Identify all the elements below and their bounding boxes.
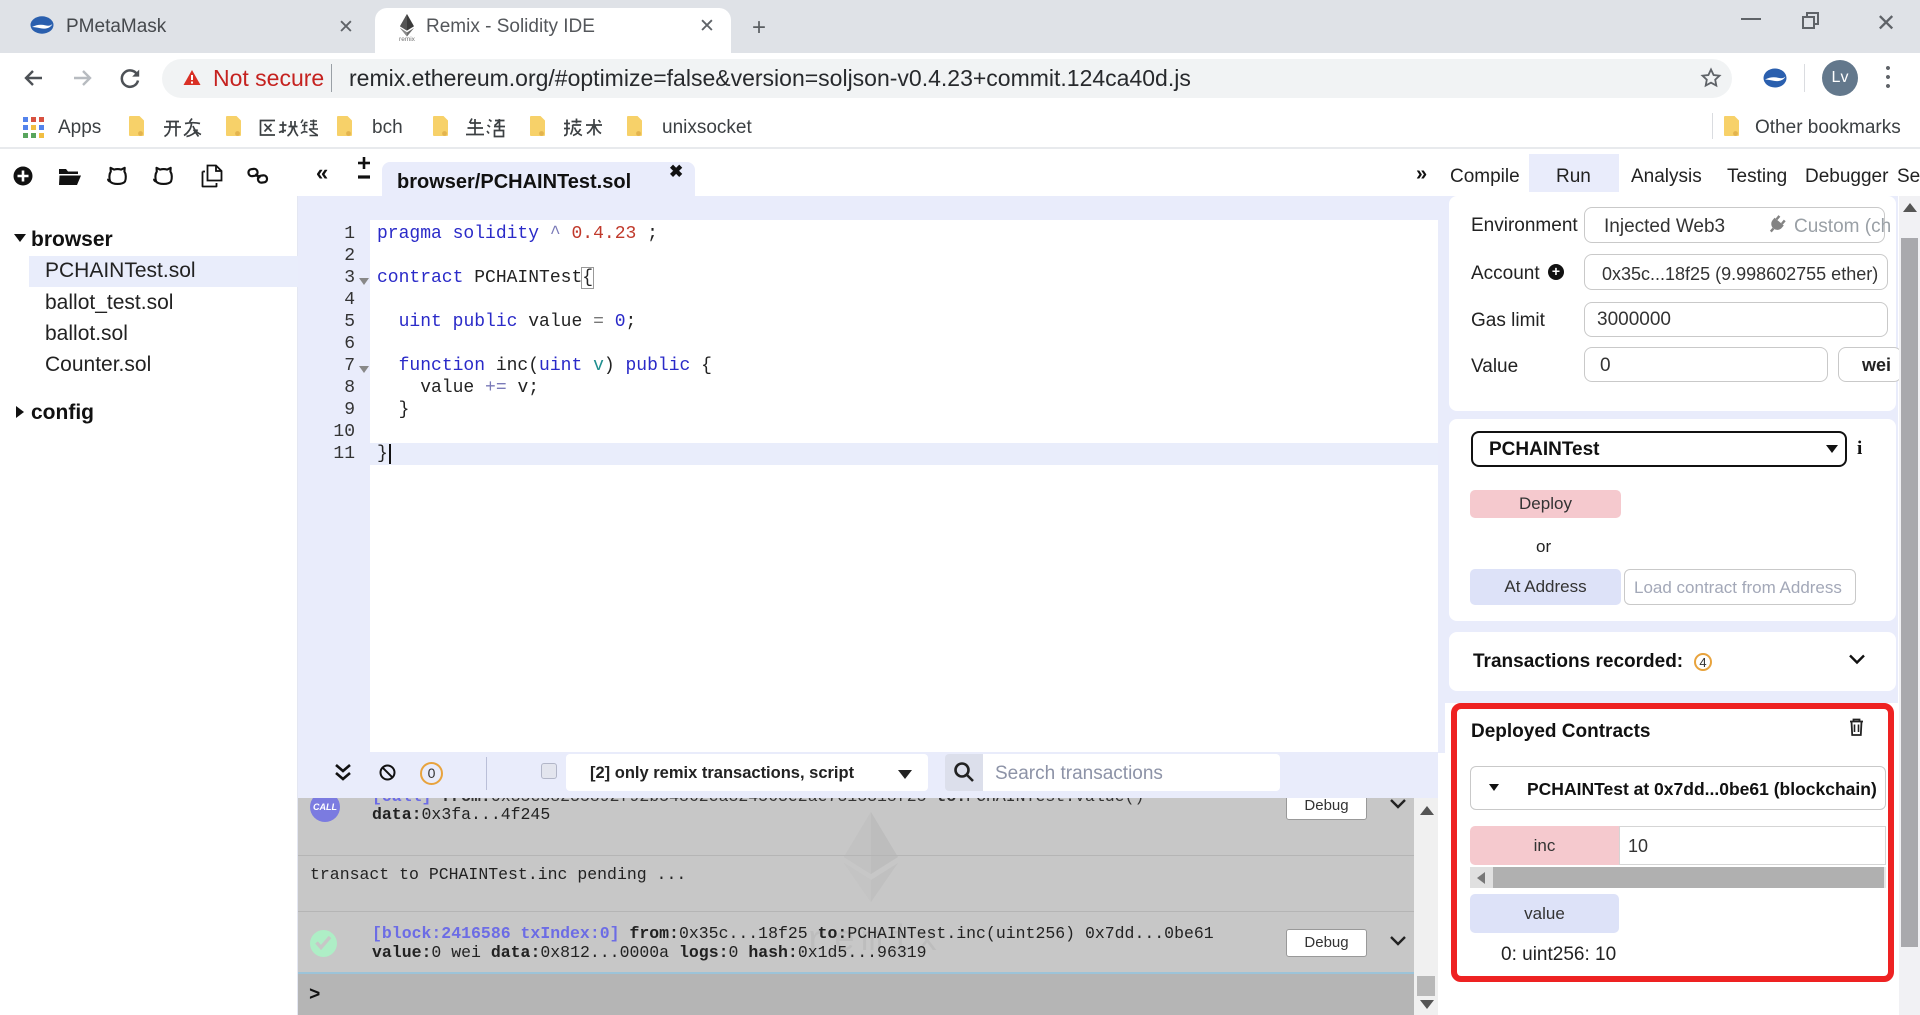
svg-text:remix: remix xyxy=(399,36,416,41)
